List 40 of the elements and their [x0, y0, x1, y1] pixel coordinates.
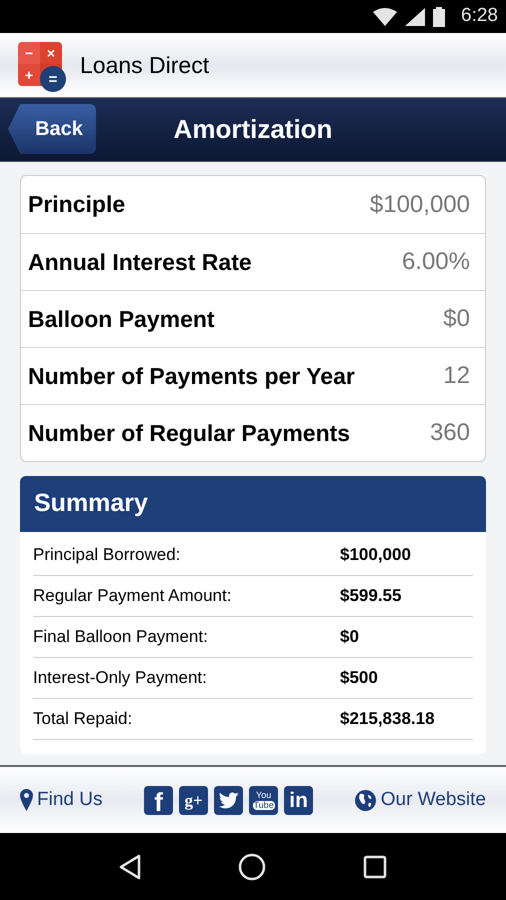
back-icon[interactable]	[118, 854, 141, 880]
bird-icon[interactable]	[214, 786, 244, 814]
summary-label: Final Balloon Payment:	[33, 626, 209, 648]
summary-title: Summary	[34, 488, 148, 520]
google-plus-icon[interactable]: g+	[179, 786, 208, 814]
summary-value: $0	[340, 626, 359, 648]
summary-label: Total Repaid:	[33, 708, 134, 730]
linkedin-icon[interactable]: in	[284, 786, 314, 814]
field-value[interactable]: 12	[443, 358, 478, 394]
field-label: Principle	[28, 190, 126, 220]
wifi-icon	[373, 8, 398, 26]
youtube-icon[interactable]: You Tube	[249, 786, 278, 814]
clock-time: 6:28	[461, 4, 498, 28]
summary-value: $215,838.18	[340, 708, 435, 730]
summary-value: $100,000	[340, 544, 411, 566]
back-button[interactable]: Back	[8, 104, 96, 154]
app-title: Loans Direct	[80, 50, 210, 80]
summary-label: Principal Borrowed:	[33, 544, 182, 566]
field-label: Balloon Payment	[28, 304, 215, 334]
summary-label: Regular Payment Amount:	[33, 585, 232, 608]
map-pin-icon	[20, 789, 33, 811]
home-icon[interactable]	[238, 852, 266, 880]
recents-icon[interactable]	[363, 854, 388, 878]
signal-icon	[405, 8, 426, 26]
field-label: Number of Payments per Year	[28, 362, 355, 391]
summary-value: $599.55	[340, 585, 402, 608]
globe-icon	[354, 790, 376, 810]
screen-title: Amortization	[174, 113, 332, 146]
field-label: Number of Regular Payments	[28, 418, 350, 448]
battery-icon	[433, 6, 446, 26]
find-us-link[interactable]: Find Us	[20, 786, 102, 814]
field-value[interactable]: 6.00%	[402, 244, 478, 280]
field-label: Annual Interest Rate	[28, 248, 252, 277]
field-value[interactable]: $0	[443, 301, 478, 337]
field-value[interactable]: $100,000	[370, 186, 478, 222]
facebook-icon[interactable]: f	[144, 786, 174, 814]
summary-value: $500	[340, 667, 378, 690]
summary-label: Interest-Only Payment:	[33, 667, 208, 690]
field-value[interactable]: 360	[430, 415, 478, 451]
website-link[interactable]: Our Website	[354, 786, 486, 814]
